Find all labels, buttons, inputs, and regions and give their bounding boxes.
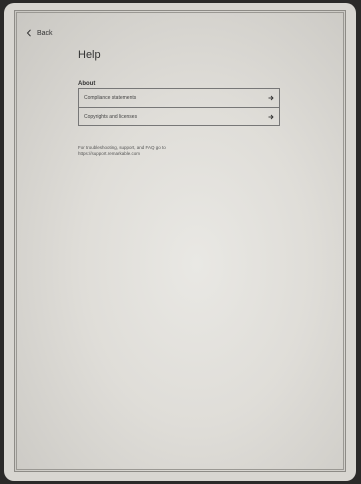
list-item-label: Compliance statements [84, 95, 137, 101]
support-info: For troubleshooting, support, and FAQ go… [78, 145, 166, 157]
section-heading-about: About [78, 81, 96, 87]
device-bezel: Back Help About Compliance statements Co… [4, 3, 356, 481]
support-text: For troubleshooting, support, and FAQ go… [78, 145, 166, 150]
back-label: Back [37, 29, 53, 37]
support-link[interactable]: https://support.remarkable.com [78, 151, 166, 157]
help-screen: Back Help About Compliance statements Co… [14, 10, 346, 472]
about-list: Compliance statements Copyrights and lic… [78, 88, 280, 126]
arrow-right-icon [268, 95, 274, 101]
chevron-left-icon [26, 29, 31, 37]
page-title: Help [78, 49, 101, 61]
list-item-label: Copyrights and licenses [84, 113, 138, 120]
screen-frame [16, 12, 344, 470]
back-button[interactable]: Back [26, 29, 53, 37]
list-item-copyrights-and-licenses[interactable]: Copyrights and licenses [79, 107, 279, 125]
list-item-compliance-statements[interactable]: Compliance statements [79, 89, 279, 107]
arrow-right-icon [268, 114, 274, 120]
